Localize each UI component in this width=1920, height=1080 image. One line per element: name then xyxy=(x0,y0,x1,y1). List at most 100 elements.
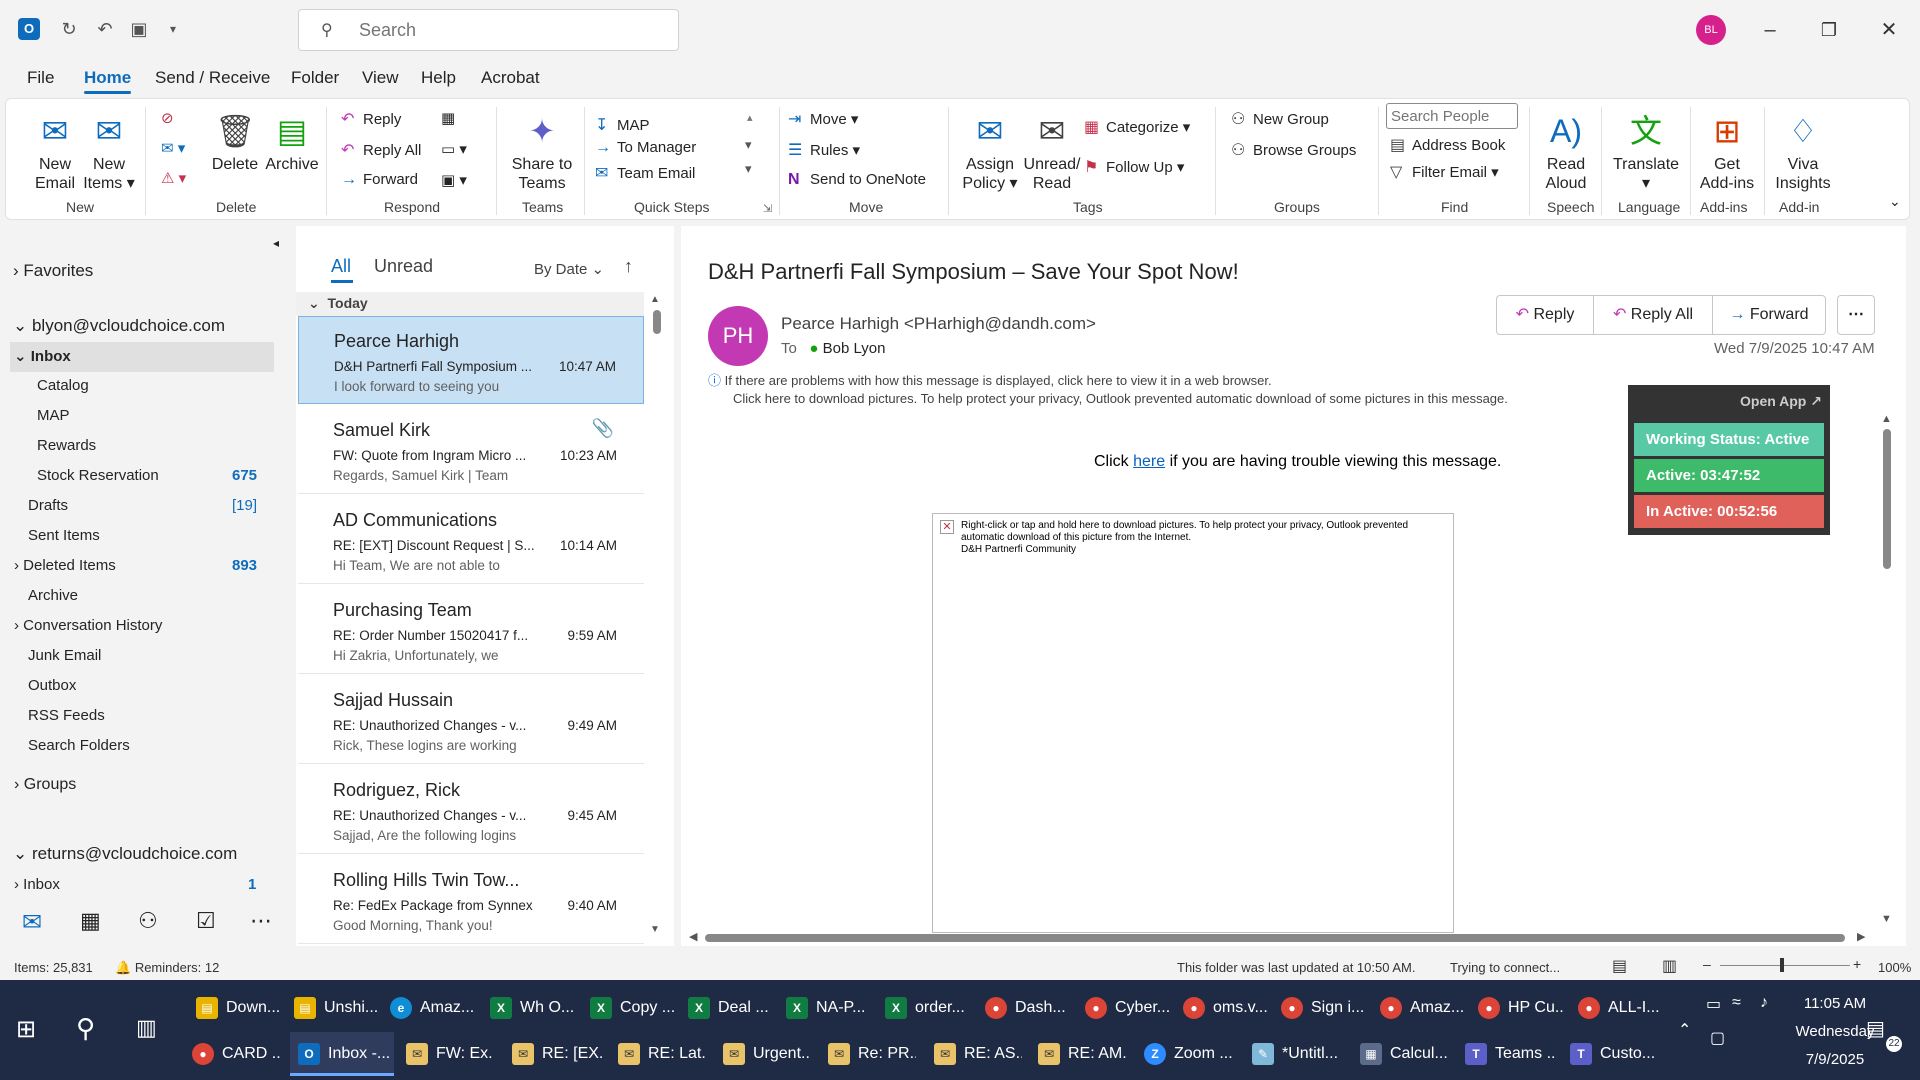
reading-horizontal-scrollbar[interactable]: ◀ ▶ xyxy=(689,931,1869,944)
info-bar[interactable]: ⓘ If there are problems with how this me… xyxy=(708,372,1508,408)
unread-read-button[interactable]: ✉ Unread/Read xyxy=(1018,111,1086,193)
taskbar-item[interactable]: ✉RE: Lat... xyxy=(618,1032,706,1076)
undo-icon[interactable]: ↶ xyxy=(94,18,116,40)
section-header-today[interactable]: ⌄ Today xyxy=(308,295,368,312)
close-icon[interactable]: ✕ xyxy=(1871,14,1907,46)
taskbar-item[interactable]: ● Sign i... xyxy=(1281,986,1367,1030)
zoom-slider[interactable] xyxy=(1720,965,1850,966)
folder-search-folders[interactable]: Search Folders xyxy=(28,737,130,754)
windows-start-icon[interactable]: ⊞ xyxy=(16,1015,36,1044)
new-items-button[interactable]: ✉ New Items ▾ xyxy=(78,111,140,193)
recipient-name[interactable]: Bob Lyon xyxy=(823,340,886,357)
folder-inbox-returns[interactable]: › Inbox xyxy=(14,876,60,893)
cleanup-icon[interactable]: ✉ ▾ xyxy=(161,139,185,157)
taskbar-item[interactable]: X Deal ... xyxy=(688,986,774,1030)
reading-view-icon[interactable]: ▥ xyxy=(1662,956,1677,976)
favorites-header[interactable]: › Favorites xyxy=(13,261,93,281)
scroll-up-icon[interactable]: ▲ xyxy=(650,294,660,305)
follow-up-button[interactable]: ⚑ Follow Up ▾ xyxy=(1084,157,1184,177)
sender-address[interactable]: Pearce Harhigh <PHarhigh@dandh.com> xyxy=(781,314,1096,334)
reply-button[interactable]: ↶ Reply xyxy=(341,109,401,129)
filter-email-button[interactable]: ▽ Filter Email ▾ xyxy=(1390,162,1499,182)
delete-button[interactable]: 🗑 Delete xyxy=(206,111,264,174)
taskbar-item[interactable]: X NA-P... xyxy=(786,986,872,1030)
taskbar-item[interactable]: ● HP Cu... xyxy=(1478,986,1564,1030)
tab-home[interactable]: Home xyxy=(84,68,132,94)
sender-avatar[interactable]: PH xyxy=(708,306,768,366)
reading-vertical-scrollbar[interactable]: ▲ ▼ xyxy=(1881,413,1893,931)
more-respond-icon[interactable]: ▣ ▾ xyxy=(441,171,467,189)
message-row[interactable]: Rolling Hills Twin Tow... Re: FedEx Pack… xyxy=(298,856,644,944)
view-in-browser-link[interactable]: here xyxy=(1133,453,1165,470)
message-row[interactable]: Purchasing Team RE: Order Number 1502041… xyxy=(298,586,644,674)
dialog-launcher-icon[interactable]: ⇲ xyxy=(763,202,772,215)
normal-view-icon[interactable]: ▤ xyxy=(1612,956,1627,976)
taskbar-item[interactable]: Z Zoom ... xyxy=(1144,1032,1232,1076)
tab-folder[interactable]: Folder xyxy=(291,68,339,88)
folder-rewards[interactable]: Rewards xyxy=(37,437,96,454)
scroll-down-icon[interactable]: ▼ xyxy=(1881,913,1892,925)
sort-by-date-dropdown[interactable]: By Date ⌄ xyxy=(534,260,604,278)
search-people-input[interactable] xyxy=(1386,103,1518,129)
folder-catalog[interactable]: Catalog xyxy=(37,377,89,394)
task-view-icon[interactable]: ▥ xyxy=(136,1015,157,1041)
folder-drafts[interactable]: Drafts xyxy=(28,497,68,514)
user-avatar[interactable]: BL xyxy=(1696,15,1726,45)
im-reply-icon[interactable]: ▭ ▾ xyxy=(441,140,467,158)
account-header-blyon[interactable]: ⌄ blyon@vcloudchoice.com xyxy=(13,316,225,336)
browse-groups-button[interactable]: ⚇ Browse Groups xyxy=(1231,140,1356,160)
scrollbar-thumb[interactable] xyxy=(653,310,661,334)
folder-outbox[interactable]: Outbox xyxy=(28,677,76,694)
quick-step-map[interactable]: ↧ MAP xyxy=(595,115,650,135)
taskbar-item[interactable]: Xorder... xyxy=(885,986,971,1030)
tasks-module-icon[interactable]: ☑ xyxy=(196,908,216,934)
taskbar-item[interactable]: X Wh O... xyxy=(490,986,576,1030)
window-icon[interactable]: ▣ xyxy=(128,18,150,40)
more-apps-icon[interactable]: ⋯ xyxy=(250,908,272,934)
folder-rss-feeds[interactable]: RSS Feeds xyxy=(28,707,105,724)
reply-all-button[interactable]: ↶ Reply All xyxy=(341,140,421,160)
collapse-pane-icon[interactable]: ◂ xyxy=(273,236,279,250)
zoom-in-icon[interactable]: + xyxy=(1853,956,1861,972)
translate-button[interactable]: 文 Translate ▾ xyxy=(1606,111,1686,193)
scroll-down-icon[interactable]: ▼ xyxy=(650,924,660,935)
taskbar-item[interactable]: ▦ Calcul... xyxy=(1360,1032,1450,1076)
forward-button[interactable]: → Forward xyxy=(1712,295,1826,335)
tab-send-receive[interactable]: Send / Receive xyxy=(155,68,270,88)
mail-module-icon[interactable]: ✉ xyxy=(22,908,42,937)
folder-conversation-history[interactable]: › Conversation History xyxy=(14,617,162,634)
viva-insights-button[interactable]: ♢ Viva Insights xyxy=(1768,111,1838,193)
rules-button[interactable]: ☰ Rules ▾ xyxy=(788,140,860,160)
taskbar-item[interactable]: X Copy ... xyxy=(590,986,676,1030)
quick-step-to-manager[interactable]: → To Manager xyxy=(595,139,696,157)
minimize-icon[interactable]: – xyxy=(1752,14,1788,46)
filter-tab-all[interactable]: All xyxy=(331,256,351,277)
reply-button[interactable]: ↶ Reply xyxy=(1496,295,1594,335)
quick-step-team-email[interactable]: ✉ Team Email xyxy=(595,163,695,183)
folder-archive[interactable]: Archive xyxy=(28,587,78,604)
send-to-onenote-button[interactable]: N Send to OneNote xyxy=(788,171,926,189)
show-hidden-icons-icon[interactable]: ⌃ xyxy=(1678,1020,1691,1040)
search-input[interactable] xyxy=(359,18,659,42)
tab-view[interactable]: View xyxy=(362,68,399,88)
folder-inbox[interactable]: ⌄ Inbox xyxy=(14,347,71,365)
categorize-button[interactable]: ▦ Categorize ▾ xyxy=(1084,117,1190,137)
folder-stock-reservation[interactable]: Stock Reservation xyxy=(37,467,159,484)
reminders-indicator[interactable]: 🔔 Reminders: 12 xyxy=(115,960,219,976)
message-row[interactable]: Rodriguez, Rick RE: Unauthorized Changes… xyxy=(298,766,644,854)
battery-icon[interactable]: ▭ xyxy=(1706,994,1721,1014)
taskbar-item[interactable]: ✉RE: AS... xyxy=(934,1032,1022,1076)
message-row[interactable]: Sajjad Hussain RE: Unauthorized Changes … xyxy=(298,676,644,764)
volume-icon[interactable]: ♪ xyxy=(1760,994,1768,1012)
taskbar-item[interactable]: ● ALL-I... xyxy=(1578,986,1664,1030)
tab-help[interactable]: Help xyxy=(421,68,456,88)
scroll-up-icon[interactable]: ▲ xyxy=(1881,413,1892,425)
get-addins-button[interactable]: ⊞ Get Add-ins xyxy=(1694,111,1760,193)
address-book-button[interactable]: ▤ Address Book xyxy=(1390,135,1505,155)
more-actions-button[interactable]: ⋯ xyxy=(1837,295,1875,335)
sort-direction-icon[interactable]: ↑ xyxy=(624,256,633,277)
message-row[interactable]: Pearce Harhigh D&H Partnerfi Fall Sympos… xyxy=(298,316,644,404)
folder-junk-email[interactable]: Junk Email xyxy=(28,647,101,664)
tab-acrobat[interactable]: Acrobat xyxy=(481,68,540,88)
tab-file[interactable]: File xyxy=(27,68,54,88)
